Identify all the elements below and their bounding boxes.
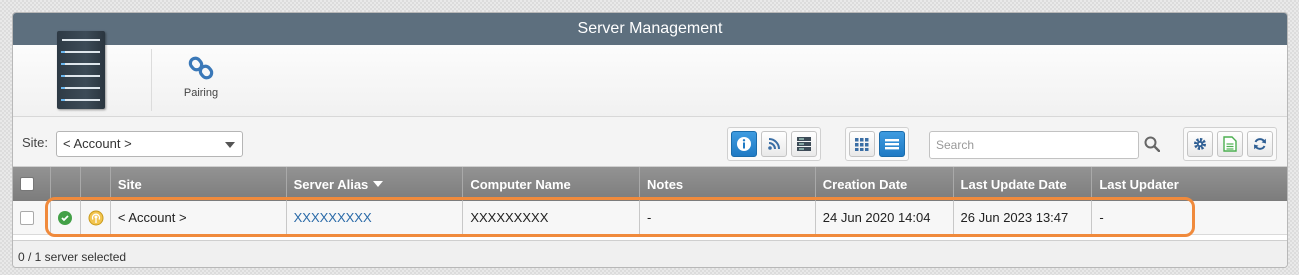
row-checkbox[interactable]	[20, 210, 34, 225]
site-label: Site:	[22, 135, 49, 150]
server-list-icon	[797, 137, 811, 151]
search-input[interactable]	[929, 131, 1139, 159]
rss-icon	[768, 138, 780, 150]
chevron-down-icon	[225, 142, 235, 148]
filter-bar: Site: < Account >	[13, 117, 1287, 167]
action-button-group	[1183, 127, 1277, 161]
info-icon	[737, 137, 751, 151]
info-button[interactable]	[731, 131, 757, 157]
row-last-updater: -	[1099, 210, 1104, 225]
ribbon-toolbar: Pairing	[13, 31, 1287, 117]
row-agent-cell	[81, 201, 111, 234]
row-last-update-date: 26 Jun 2023 13:47	[954, 201, 1093, 234]
table-row[interactable]: < Account > XXXXXXXXX XXXXXXXXX - 24 Jun…	[13, 201, 1287, 235]
select-all-cell	[13, 167, 51, 201]
column-header-site[interactable]: Site	[111, 167, 287, 201]
row-creation-date: 24 Jun 2020 14:04	[816, 201, 954, 234]
gear-icon	[1194, 138, 1206, 150]
column-header-server-alias[interactable]: Server Alias	[287, 167, 464, 201]
column-header-creation-date[interactable]: Creation Date	[816, 167, 954, 201]
list-view-icon	[885, 139, 899, 150]
row-notes: -	[640, 201, 816, 234]
pairing-label: Pairing	[183, 87, 219, 99]
row-status-cell	[51, 201, 81, 234]
column-header-notes[interactable]: Notes	[640, 167, 816, 201]
sort-desc-icon	[373, 181, 384, 187]
column-header-computer-name[interactable]: Computer Name	[463, 167, 641, 201]
status-column-header	[51, 167, 81, 201]
column-header-last-updater[interactable]: Last Updater	[1092, 167, 1287, 201]
refresh-icon	[1254, 138, 1266, 150]
refresh-button[interactable]	[1247, 131, 1273, 157]
selection-status: 0 / 1 server selected	[13, 240, 1287, 267]
site-dropdown-value: < Account >	[63, 136, 132, 151]
agent-column-header	[81, 167, 111, 201]
row-computer-name: XXXXXXXXX	[463, 201, 641, 234]
search-icon[interactable]	[1144, 136, 1160, 152]
view-button-group	[727, 127, 821, 161]
ribbon-divider	[151, 49, 152, 111]
broadcast-icon	[88, 210, 104, 225]
layout-button-group	[845, 127, 909, 161]
server-icon	[57, 31, 105, 109]
grid-view-button[interactable]	[849, 131, 875, 157]
site-dropdown[interactable]: < Account >	[56, 131, 243, 157]
select-all-checkbox[interactable]	[20, 177, 34, 191]
pairing-button[interactable]: Pairing	[173, 55, 229, 99]
table-header: Site Server Alias Computer Name Notes Cr…	[13, 167, 1287, 201]
export-button[interactable]	[1217, 131, 1243, 157]
link-icon	[188, 56, 214, 80]
row-server-alias-link[interactable]: XXXXXXXXX	[287, 201, 464, 234]
row-select-cell	[13, 201, 51, 234]
check-circle-icon	[57, 210, 72, 225]
column-header-last-update-date[interactable]: Last Update Date	[954, 167, 1093, 201]
settings-button[interactable]	[1187, 131, 1213, 157]
export-document-icon	[1223, 136, 1237, 152]
row-site: < Account >	[111, 201, 287, 234]
server-list-button[interactable]	[791, 131, 817, 157]
rss-button[interactable]	[761, 131, 787, 157]
grid-view-icon	[855, 138, 869, 151]
server-management-panel: Server Management Pairing Site: < Accoun…	[12, 12, 1288, 268]
page-title: Server Management	[13, 13, 1287, 45]
list-view-button[interactable]	[879, 131, 905, 157]
